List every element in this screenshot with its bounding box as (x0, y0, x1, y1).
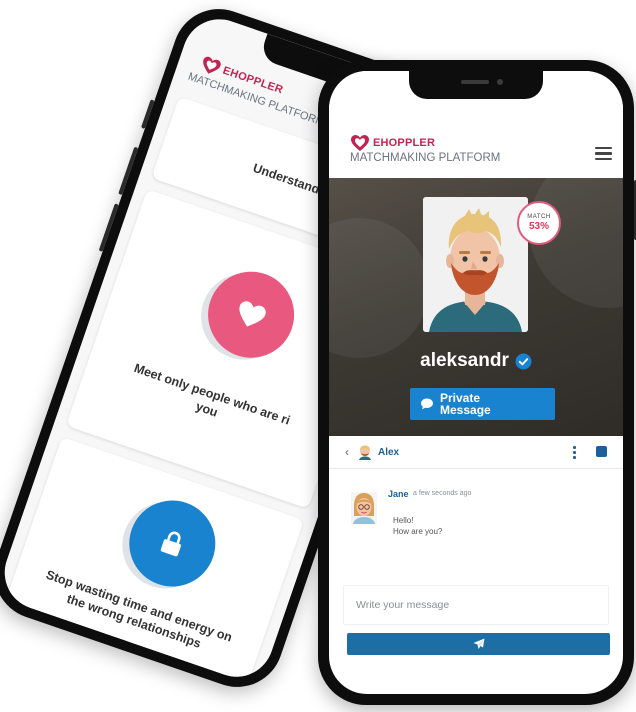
profile-section: MATCH 53% aleksandr Private Message (329, 178, 623, 436)
private-message-button[interactable]: Private Message (410, 388, 555, 420)
chevron-left-icon[interactable]: ‹ (345, 445, 349, 459)
heart-icon (239, 300, 266, 327)
match-value: 53% (528, 221, 549, 232)
logo-text: EHOPPLER (373, 137, 436, 149)
close-chat-icon[interactable] (596, 446, 607, 457)
notch-camera (497, 79, 503, 85)
chat-contact-name: Alex (378, 446, 400, 458)
private-message-label: Private Message (440, 391, 491, 417)
match-badge: MATCH 53% (517, 201, 561, 245)
front-phone: EHOPPLER MATCHMAKING PLATFORM MATCH 53% … (318, 60, 636, 705)
match-label: MATCH (527, 214, 551, 220)
front-phone-screen: EHOPPLER MATCHMAKING PLATFORM MATCH 53% … (329, 71, 623, 694)
chat-header: ‹ Alex (329, 436, 623, 469)
paper-plane-icon (473, 638, 484, 649)
front-phone-notch (409, 71, 543, 99)
hamburger-menu-icon[interactable] (595, 147, 612, 160)
back-phone-side-button (140, 99, 155, 129)
send-button[interactable] (347, 633, 610, 655)
message-text: Hello! (393, 516, 414, 525)
feature-card-text: the wrong relationships (64, 591, 203, 651)
notch-speaker (461, 80, 489, 84)
chat-bubble-icon (421, 398, 433, 410)
feature-card-text: Stop wasting time and energy on (44, 567, 234, 645)
sender-avatar (351, 492, 377, 524)
contact-avatar (359, 445, 371, 460)
message-timestamp: a few seconds ago (413, 490, 472, 497)
logo[interactable]: EHOPPLER (350, 134, 435, 152)
avatar-illustration (423, 197, 528, 332)
lock-icon (160, 531, 181, 557)
more-options-icon[interactable] (572, 445, 576, 459)
message-text: How are you? (393, 527, 443, 536)
message-composer (343, 585, 609, 625)
platform-title: MATCHMAKING PLATFORM (350, 152, 501, 164)
message-sender: Jane (388, 489, 409, 499)
username: aleksandr (420, 350, 509, 371)
heart-logo-icon (351, 135, 369, 151)
feature-icon-circle (196, 260, 306, 370)
username-row: aleksandr (329, 350, 623, 372)
feature-icon-circle (117, 488, 227, 599)
profile-avatar[interactable] (423, 197, 528, 332)
feature-card-text: Meet only people who are ri (132, 361, 292, 428)
verified-check-icon (515, 352, 532, 370)
background-shape (329, 218, 429, 358)
feature-card-text: you (194, 399, 220, 420)
message-input[interactable] (344, 586, 608, 624)
